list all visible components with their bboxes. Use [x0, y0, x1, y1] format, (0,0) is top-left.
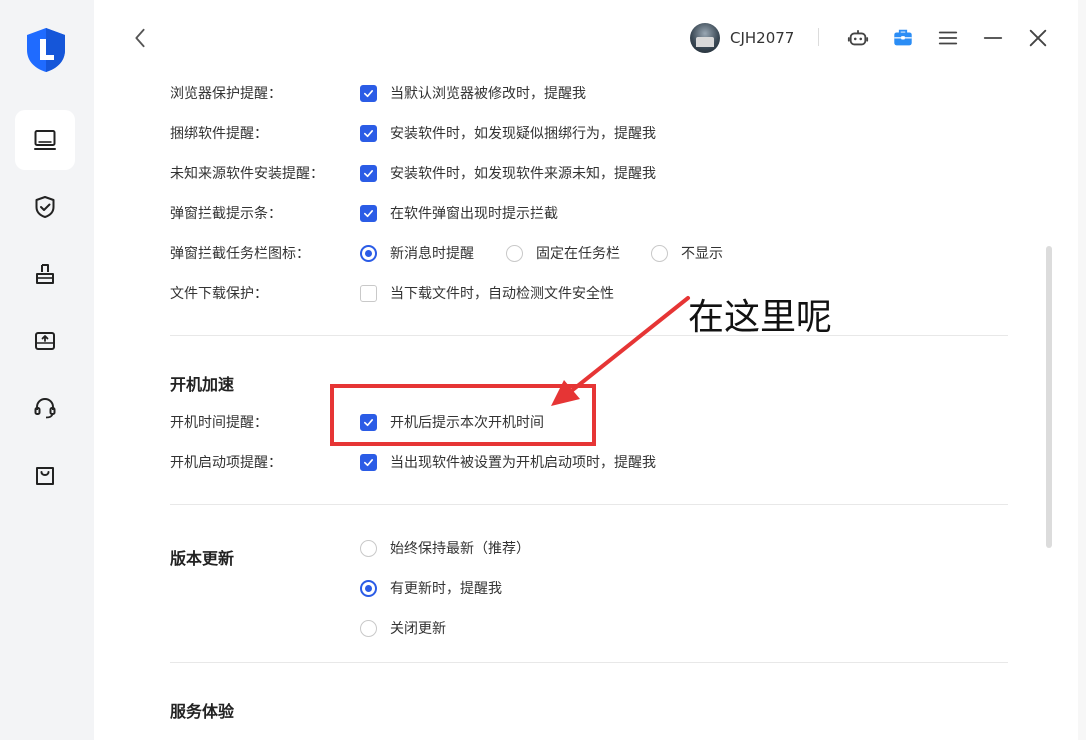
- annotation-arrow: [551, 296, 690, 406]
- chevron-left-icon: [135, 28, 145, 48]
- setting-label: 浏览器保护提醒：: [170, 86, 282, 102]
- radio-always-latest[interactable]: 始终保持最新（推荐）: [360, 538, 530, 558]
- radio-selected[interactable]: [360, 579, 377, 597]
- avatar: [690, 23, 720, 53]
- robot-icon: [847, 30, 869, 46]
- checkbox-checked[interactable]: [360, 124, 377, 142]
- checkbox-checked[interactable]: [360, 204, 377, 222]
- checkbox-checked[interactable]: [360, 453, 377, 471]
- app-logo-icon: [24, 26, 68, 74]
- user-account[interactable]: CJH2077: [690, 22, 794, 54]
- shopping-bag-icon: [36, 467, 54, 485]
- radio-notify-update[interactable]: 有更新时，提醒我: [360, 578, 502, 598]
- shield-check-icon: [35, 196, 55, 218]
- radio-hide[interactable]: 不显示: [651, 243, 723, 263]
- radio-pin-taskbar[interactable]: 固定在任务栏: [506, 243, 620, 263]
- section-divider: [170, 335, 1008, 336]
- checkbox-unchecked[interactable]: [360, 284, 377, 302]
- checkbox-checked[interactable]: [360, 164, 377, 182]
- robot-button[interactable]: [846, 26, 870, 50]
- checkbox-bundle-software[interactable]: 安装软件时，如发现疑似捆绑行为，提醒我: [360, 123, 656, 143]
- section-title-service: 服务体验: [170, 702, 235, 721]
- radio-unselected[interactable]: [651, 244, 668, 262]
- nav-software[interactable]: [15, 311, 75, 371]
- checkbox-label: 当默认浏览器被修改时，提醒我: [390, 86, 586, 102]
- minimize-button[interactable]: [981, 26, 1005, 50]
- radio-label: 始终保持最新（推荐）: [390, 541, 530, 557]
- setting-label: 弹窗拦截任务栏图标：: [170, 246, 310, 262]
- radio-unselected[interactable]: [506, 244, 523, 262]
- checkbox-unknown-source[interactable]: 安装软件时，如发现软件来源未知，提醒我: [360, 163, 656, 183]
- close-button[interactable]: [1026, 26, 1050, 50]
- radio-selected[interactable]: [360, 244, 377, 262]
- radio-label: 固定在任务栏: [536, 246, 620, 262]
- radio-unselected[interactable]: [360, 619, 377, 637]
- radio-unselected[interactable]: [360, 539, 377, 557]
- radio-label: 关闭更新: [390, 621, 446, 637]
- section-title-boot: 开机加速: [170, 375, 235, 394]
- close-icon: [1029, 29, 1047, 47]
- check-icon: [364, 458, 373, 466]
- broom-icon: [36, 264, 54, 284]
- radio-new-message[interactable]: 新消息时提醒: [360, 243, 474, 263]
- nav-cleanup[interactable]: [15, 244, 75, 304]
- username: CJH2077: [730, 29, 795, 47]
- back-button[interactable]: [128, 24, 152, 52]
- checkbox-label: 安装软件时，如发现软件来源未知，提醒我: [390, 166, 656, 182]
- annotation-text: 在这里呢: [688, 297, 833, 338]
- checkbox-checked[interactable]: [360, 84, 377, 102]
- setting-label: 捆绑软件提醒：: [170, 126, 268, 142]
- radio-disable-update[interactable]: 关闭更新: [360, 618, 446, 638]
- setting-label: 文件下载保护：: [170, 286, 268, 302]
- nav-service[interactable]: [15, 378, 75, 438]
- software-box-icon: [35, 332, 55, 350]
- check-icon: [364, 89, 373, 97]
- menu-button[interactable]: [936, 26, 960, 50]
- section-divider: [170, 504, 1008, 505]
- check-icon: [364, 169, 373, 177]
- check-icon: [364, 209, 373, 217]
- annotation-highlight-box: [330, 384, 596, 446]
- radio-label: 不显示: [681, 246, 723, 262]
- check-icon: [364, 129, 373, 137]
- setting-label: 开机启动项提醒：: [170, 455, 282, 471]
- checkbox-label: 安装软件时，如发现疑似捆绑行为，提醒我: [390, 126, 656, 142]
- setting-label: 未知来源软件安装提醒：: [170, 166, 324, 182]
- toolbox-button[interactable]: [891, 26, 915, 50]
- computer-icon: [34, 130, 56, 150]
- radio-label: 新消息时提醒: [390, 246, 474, 262]
- checkbox-browser-protection[interactable]: 当默认浏览器被修改时，提醒我: [360, 83, 586, 103]
- sidebar: [0, 0, 94, 740]
- radio-label: 有更新时，提醒我: [390, 581, 502, 597]
- section-divider: [170, 662, 1008, 663]
- nav-computer[interactable]: [15, 110, 75, 170]
- checkbox-label: 在软件弹窗出现时提示拦截: [390, 206, 558, 222]
- section-title-update: 版本更新: [170, 549, 235, 568]
- checkbox-label: 当出现软件被设置为开机启动项时，提醒我: [390, 455, 656, 471]
- checkbox-popup-bar[interactable]: 在软件弹窗出现时提示拦截: [360, 203, 558, 223]
- checkbox-label: 当下载文件时，自动检测文件安全性: [390, 286, 614, 302]
- checkbox-startup-item[interactable]: 当出现软件被设置为开机启动项时，提醒我: [360, 452, 656, 472]
- minimize-icon: [983, 37, 1003, 39]
- headset-icon: [34, 397, 56, 419]
- checkbox-download-protection[interactable]: 当下载文件时，自动检测文件安全性: [360, 283, 614, 303]
- nav-store[interactable]: [15, 445, 75, 505]
- header-divider: [818, 28, 819, 46]
- setting-label: 弹窗拦截提示条：: [170, 206, 282, 222]
- hamburger-menu-icon: [938, 31, 958, 45]
- nav-protection[interactable]: [15, 177, 75, 237]
- toolbox-icon: [894, 29, 912, 46]
- scrollbar[interactable]: [1046, 246, 1052, 548]
- window-edge: [1078, 0, 1086, 740]
